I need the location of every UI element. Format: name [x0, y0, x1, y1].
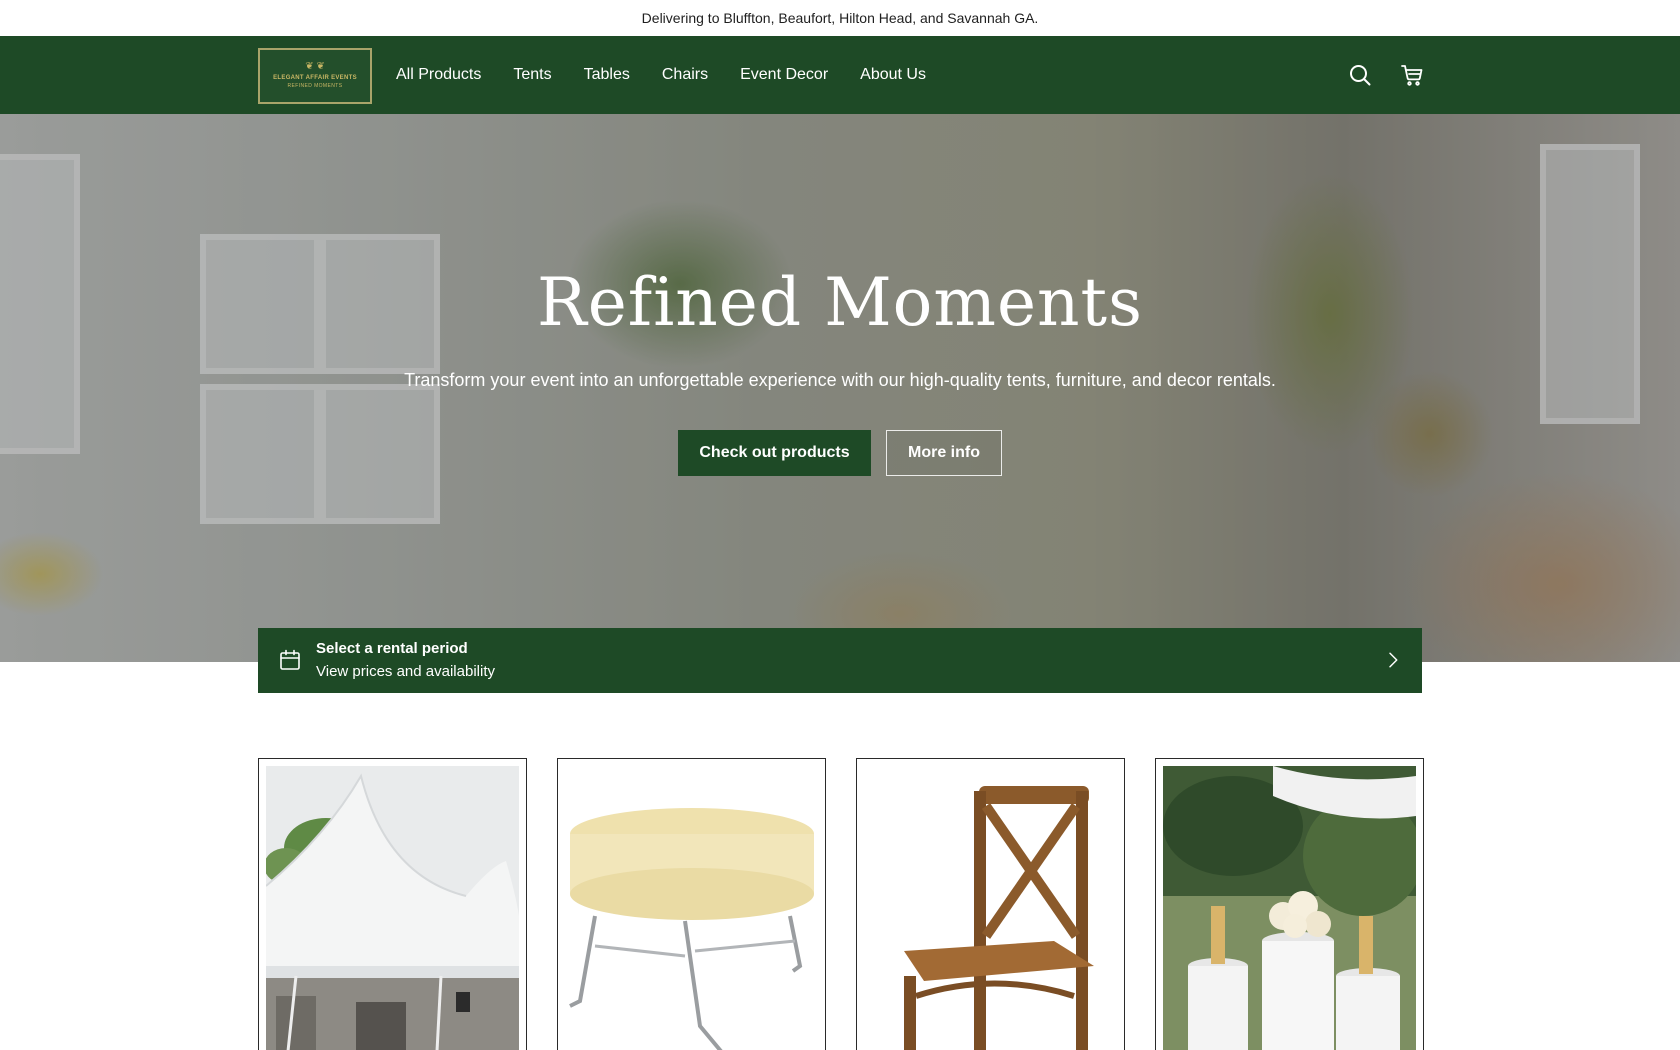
logo-line-1: ELEGANT AFFAIR EVENTS — [273, 75, 357, 81]
event-decor-image — [1163, 766, 1416, 1050]
calendar-icon — [280, 649, 300, 670]
check-out-products-button[interactable]: Check out products — [678, 430, 871, 476]
category-card-tables[interactable] — [557, 758, 826, 1050]
tent-image — [266, 766, 519, 1050]
announcement-text: Delivering to Bluffton, Beaufort, Hilton… — [641, 10, 1039, 26]
category-card-event-decor[interactable] — [1155, 758, 1424, 1050]
chevron-right-icon — [1389, 652, 1398, 668]
chair-image — [864, 766, 1117, 1050]
announcement-bar: Delivering to Bluffton, Beaufort, Hilton… — [0, 0, 1680, 36]
category-card-tents[interactable] — [258, 758, 527, 1050]
table-image — [565, 766, 818, 1050]
category-card-chairs[interactable] — [856, 758, 1125, 1050]
hero-title: Refined Moments — [537, 264, 1143, 341]
nav-link-about-us[interactable]: About Us — [860, 66, 926, 84]
logo-line-2: REFINED MOMENTS — [287, 83, 343, 89]
hero-banner: Refined Moments Transform your event int… — [0, 114, 1680, 662]
nav-link-tables[interactable]: Tables — [584, 66, 630, 84]
nav-link-event-decor[interactable]: Event Decor — [740, 66, 828, 84]
nav-link-all-products[interactable]: All Products — [396, 66, 481, 84]
logo-sprig-icon: ❦ ❦ — [305, 61, 325, 72]
rental-period-subtitle: View prices and availability — [316, 663, 495, 680]
more-info-button[interactable]: More info — [886, 430, 1002, 476]
site-logo[interactable]: ❦ ❦ ELEGANT AFFAIR EVENTS REFINED MOMENT… — [258, 48, 372, 104]
nav-links: All Products Tents Tables Chairs Event D… — [396, 36, 926, 114]
rental-period-title: Select a rental period — [316, 640, 468, 657]
main-navbar: ❦ ❦ ELEGANT AFFAIR EVENTS REFINED MOMENT… — [0, 36, 1680, 114]
rental-period-selector[interactable]: Select a rental period View prices and a… — [258, 628, 1422, 693]
hero-subtitle: Transform your event into an unforgettab… — [404, 370, 1276, 390]
nav-link-chairs[interactable]: Chairs — [662, 66, 708, 84]
cart-icon[interactable] — [1400, 63, 1424, 87]
nav-link-tents[interactable]: Tents — [513, 66, 551, 84]
search-icon[interactable] — [1348, 63, 1372, 87]
category-cards — [258, 758, 1424, 1050]
